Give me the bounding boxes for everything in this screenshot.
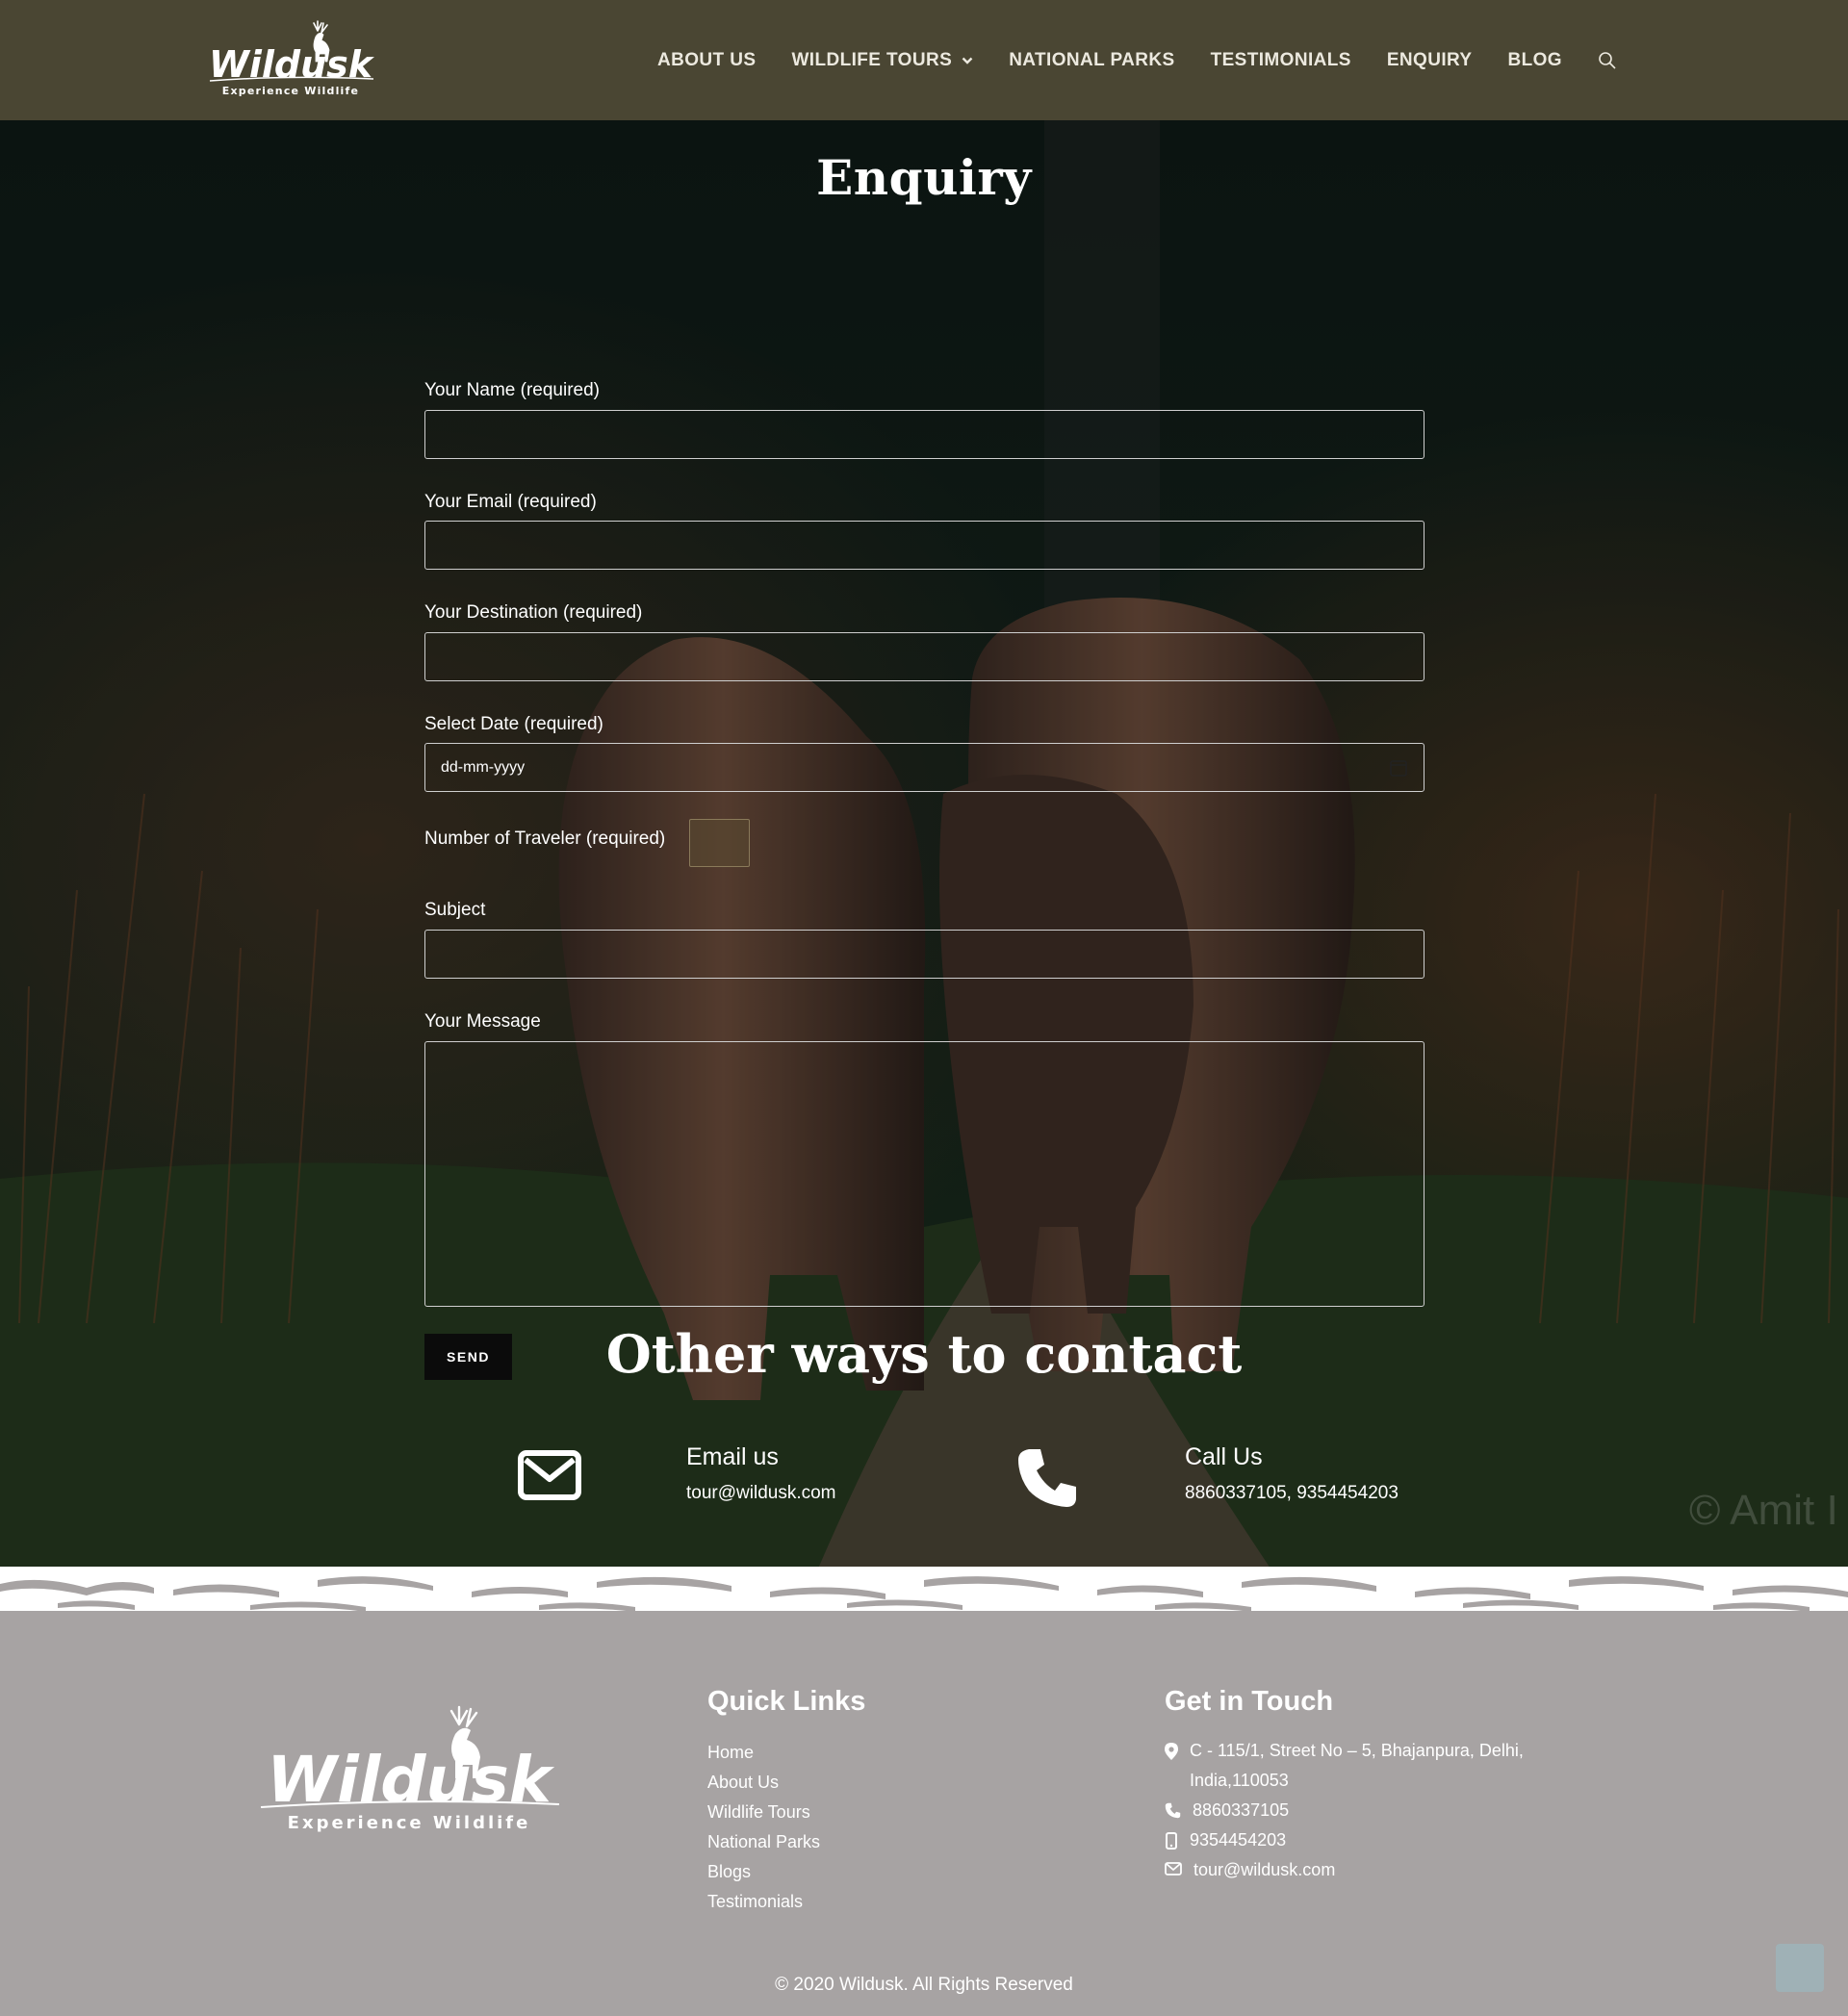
address-row: C - 115/1, Street No – 5, Bhajanpura, De…	[1165, 1736, 1524, 1796]
svg-text:Wildusk: Wildusk	[267, 1743, 555, 1817]
main-nav: ABOUT US WILDLIFE TOURS NATIONAL PARKS T…	[657, 0, 1617, 120]
nav-enquiry[interactable]: ENQUIRY	[1387, 50, 1473, 71]
site-header: Wildusk Experience Wildlife ABOUT US WIL…	[0, 0, 1848, 120]
page-title: Enquiry	[816, 149, 1032, 206]
footer-link-testimonials[interactable]: Testimonials	[707, 1892, 803, 1912]
chevron-down-icon	[962, 57, 973, 64]
footer-link-about-us[interactable]: About Us	[707, 1773, 779, 1793]
map-pin-icon	[1165, 1743, 1178, 1760]
get-in-touch-heading: Get in Touch	[1165, 1686, 1334, 1717]
contact-email[interactable]: tour@wildusk.com	[686, 1483, 836, 1504]
search-button[interactable]	[1598, 51, 1617, 70]
quick-links-heading: Quick Links	[707, 1686, 866, 1717]
mobile-icon	[1166, 1832, 1177, 1850]
subject-field[interactable]	[424, 930, 1424, 979]
call-us-heading: Call Us	[1185, 1443, 1263, 1470]
calendar-icon[interactable]	[1389, 758, 1408, 778]
svg-text:Experience Wildlife: Experience Wildlife	[288, 1813, 531, 1833]
name-field[interactable]	[424, 410, 1424, 459]
enquiry-section: Enquiry Your Name (required) Your Email …	[0, 120, 1848, 1569]
message-label: Your Message	[424, 1011, 541, 1032]
wildusk-logo[interactable]: Wildusk Experience Wildlife	[204, 17, 377, 104]
nav-national-parks[interactable]: NATIONAL PARKS	[1009, 50, 1174, 71]
nav-about-us[interactable]: ABOUT US	[657, 50, 756, 71]
address-text: C - 115/1, Street No – 5, Bhajanpura, De…	[1190, 1736, 1524, 1796]
footer-wildusk-logo[interactable]: Wildusk Experience Wildlife	[255, 1694, 563, 1838]
message-field[interactable]	[424, 1041, 1424, 1307]
destination-field[interactable]	[424, 632, 1424, 681]
footer-phone-2[interactable]: 9354454203	[1190, 1825, 1286, 1855]
footer-phone-1[interactable]: 8860337105	[1193, 1796, 1289, 1825]
date-field[interactable]: dd-mm-yyyy	[424, 743, 1424, 792]
mobile-row: 9354454203	[1165, 1825, 1286, 1855]
mail-icon	[1165, 1862, 1182, 1876]
phone-row: 8860337105	[1165, 1796, 1289, 1825]
date-placeholder: dd-mm-yyyy	[441, 758, 526, 776]
date-label: Select Date (required)	[424, 714, 603, 734]
email-field[interactable]	[424, 521, 1424, 570]
email-label: Your Email (required)	[424, 492, 597, 512]
subject-label: Subject	[424, 900, 486, 920]
photo-watermark: © Amit I	[1689, 1487, 1838, 1534]
address-line-1: C - 115/1, Street No – 5, Bhajanpura, De…	[1190, 1741, 1524, 1760]
envelope-icon	[518, 1450, 581, 1500]
nav-blog[interactable]: BLOG	[1508, 50, 1563, 71]
phone-icon	[1165, 1802, 1181, 1819]
nav-wildlife-tours-label: WILDLIFE TOURS	[791, 49, 953, 70]
footer-link-wildlife-tours[interactable]: Wildlife Tours	[707, 1802, 810, 1823]
footer-link-national-parks[interactable]: National Parks	[707, 1832, 820, 1852]
site-footer: Wildusk Experience Wildlife Quick Links …	[0, 1617, 1848, 2016]
name-label: Your Name (required)	[424, 380, 600, 400]
footer-email[interactable]: tour@wildusk.com	[1194, 1855, 1335, 1885]
footer-link-home[interactable]: Home	[707, 1743, 754, 1763]
nav-wildlife-tours[interactable]: WILDLIFE TOURS	[791, 50, 973, 71]
wave-divider	[0, 1567, 1848, 1617]
phone-icon	[1018, 1449, 1076, 1507]
destination-label: Your Destination (required)	[424, 602, 643, 623]
copyright-text: © 2020 Wildusk. All Rights Reserved	[775, 1975, 1073, 1995]
footer-link-blogs[interactable]: Blogs	[707, 1862, 751, 1882]
traveler-label: Number of Traveler (required)	[424, 829, 666, 849]
svg-text:Experience Wildlife: Experience Wildlife	[222, 85, 359, 97]
nav-testimonials[interactable]: TESTIMONIALS	[1211, 50, 1351, 71]
contact-title: Other ways to contact	[605, 1323, 1243, 1385]
address-line-2: India,110053	[1190, 1771, 1289, 1790]
email-us-heading: Email us	[686, 1443, 779, 1470]
email-row: tour@wildusk.com	[1165, 1855, 1335, 1885]
traveler-count-field[interactable]	[689, 819, 750, 867]
scroll-to-top-button[interactable]	[1776, 1944, 1824, 1992]
search-icon	[1599, 51, 1616, 69]
contact-phones[interactable]: 8860337105, 9354454203	[1185, 1483, 1399, 1504]
